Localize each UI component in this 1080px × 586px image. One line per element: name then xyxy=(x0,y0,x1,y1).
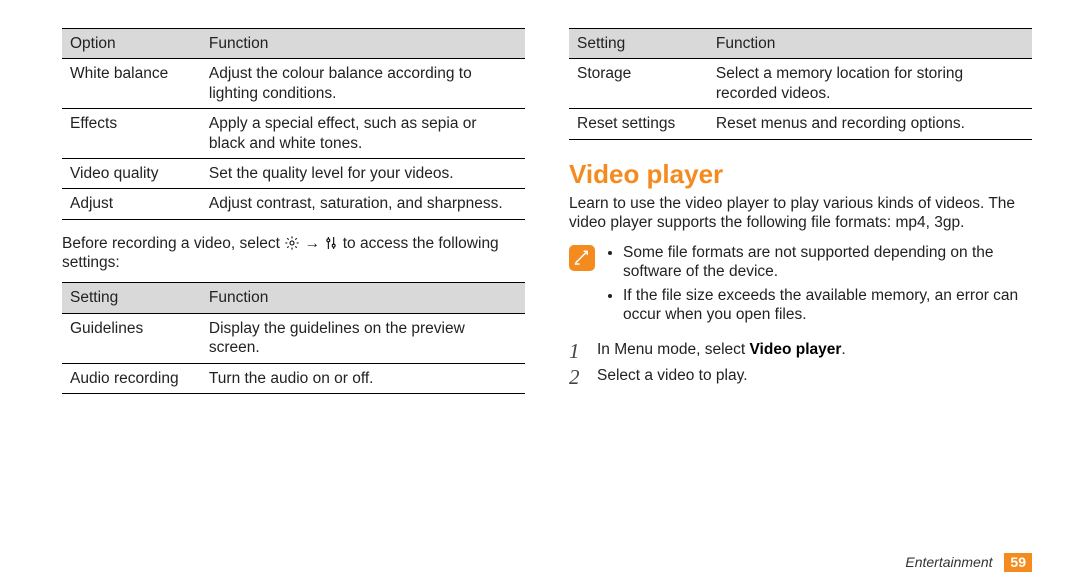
settings-table-3: Setting Function Storage Select a memory… xyxy=(569,28,1032,140)
footer-section: Entertainment xyxy=(905,554,992,570)
table-row: White balance Adjust the colour balance … xyxy=(62,59,525,109)
table1-header-function: Function xyxy=(201,29,525,59)
table1-header-option: Option xyxy=(62,29,201,59)
cell-function: Select a memory location for storing rec… xyxy=(708,59,1032,109)
cell-function: Reset menus and recording options. xyxy=(708,109,1032,139)
table-row: Storage Select a memory location for sto… xyxy=(569,59,1032,109)
step1-pre: In Menu mode, select xyxy=(597,341,750,358)
cell-setting: Guidelines xyxy=(62,313,201,363)
right-column: Setting Function Storage Select a memory… xyxy=(569,28,1032,564)
note-icon xyxy=(569,245,595,271)
note-item: If the file size exceeds the available m… xyxy=(623,286,1032,325)
table3-header-function: Function xyxy=(708,29,1032,59)
note-item: Some file formats are not supported depe… xyxy=(623,243,1032,282)
table-row: Audio recording Turn the audio on or off… xyxy=(62,363,525,393)
cell-option: Adjust xyxy=(62,189,201,219)
cell-function: Adjust contrast, saturation, and sharpne… xyxy=(201,189,525,219)
cell-function: Set the quality level for your videos. xyxy=(201,158,525,188)
table-row: Adjust Adjust contrast, saturation, and … xyxy=(62,189,525,219)
gear-icon xyxy=(284,235,304,252)
options-table-1: Option Function White balance Adjust the… xyxy=(62,28,525,220)
cell-setting: Reset settings xyxy=(569,109,708,139)
step-item: In Menu mode, select Video player. xyxy=(569,340,1032,359)
settings-access-paragraph: Before recording a video, select → xyxy=(62,234,525,273)
cell-setting: Audio recording xyxy=(62,363,201,393)
para-text-before: Before recording a video, select xyxy=(62,235,284,252)
cell-option: White balance xyxy=(62,59,201,109)
page-footer: Entertainment 59 xyxy=(905,553,1032,573)
left-column: Option Function White balance Adjust the… xyxy=(62,28,525,564)
slider-icon xyxy=(324,235,342,252)
footer-page-number: 59 xyxy=(1004,553,1032,573)
table3-header-setting: Setting xyxy=(569,29,708,59)
cell-function: Turn the audio on or off. xyxy=(201,363,525,393)
section-title: Video player xyxy=(569,158,1032,191)
note-list: Some file formats are not supported depe… xyxy=(605,243,1032,329)
table-row: Reset settings Reset menus and recording… xyxy=(569,109,1032,139)
cell-option: Effects xyxy=(62,109,201,159)
table-row: Video quality Set the quality level for … xyxy=(62,158,525,188)
table-row: Guidelines Display the guidelines on the… xyxy=(62,313,525,363)
manual-page: Option Function White balance Adjust the… xyxy=(0,0,1080,586)
step1-post: . xyxy=(841,341,845,358)
cell-function: Apply a special effect, such as sepia or… xyxy=(201,109,525,159)
table2-header-function: Function xyxy=(201,283,525,313)
cell-function: Display the guidelines on the preview sc… xyxy=(201,313,525,363)
cell-function: Adjust the colour balance according to l… xyxy=(201,59,525,109)
note-callout: Some file formats are not supported depe… xyxy=(569,243,1032,329)
settings-table-2: Setting Function Guidelines Display the … xyxy=(62,282,525,394)
step-item: Select a video to play. xyxy=(569,366,1032,385)
table-row: Effects Apply a special effect, such as … xyxy=(62,109,525,159)
step1-bold: Video player xyxy=(750,341,842,358)
table2-header-setting: Setting xyxy=(62,283,201,313)
cell-setting: Storage xyxy=(569,59,708,109)
intro-paragraph: Learn to use the video player to play va… xyxy=(569,194,1032,233)
para-arrow: → xyxy=(305,235,325,252)
cell-option: Video quality xyxy=(62,158,201,188)
steps-list: In Menu mode, select Video player. Selec… xyxy=(569,340,1032,385)
